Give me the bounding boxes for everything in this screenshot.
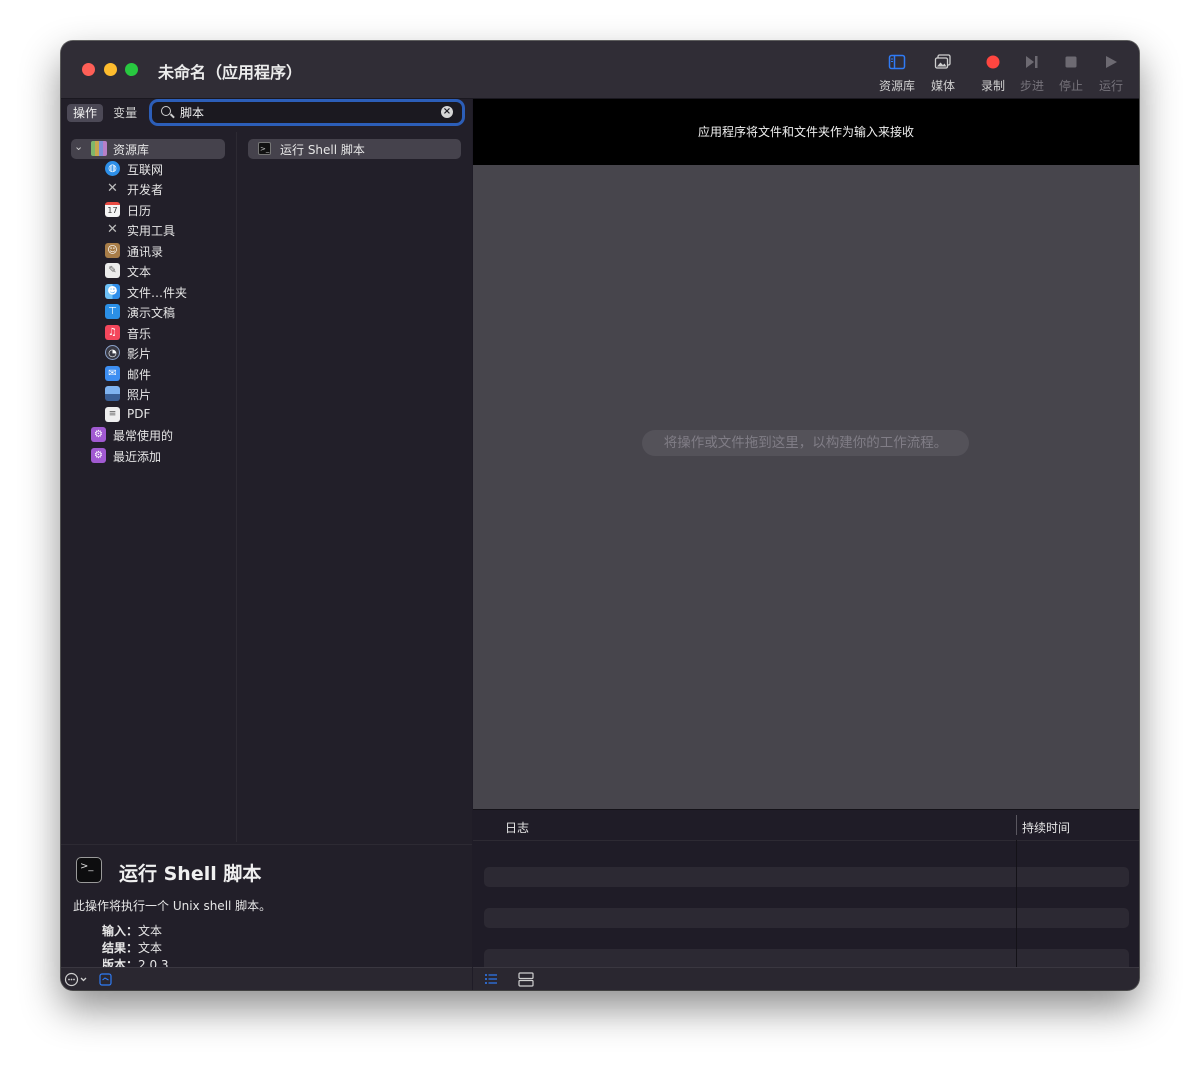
library-mode-segmented-control: 操作 变量 xyxy=(67,104,143,124)
library-item-label: 文件…件夹 xyxy=(127,286,188,300)
action-result-key: 结果： xyxy=(102,941,139,955)
log-column-divider xyxy=(1016,840,1017,968)
smart-group-label: 最常使用的 xyxy=(113,429,174,443)
close-button[interactable] xyxy=(82,63,95,76)
description-toggle-icon[interactable] xyxy=(99,973,112,986)
workflow-pane: 应用程序将文件和文件夹作为输入来接收 将操作或文件拖到这里，以构建你的工作流程。… xyxy=(473,99,1139,990)
log-row xyxy=(484,908,1129,928)
library-item-label: 文本 xyxy=(127,265,152,279)
search-icon xyxy=(161,106,171,116)
action-result-row: 结果：文本 xyxy=(102,939,162,956)
run-toolbar-label: 运行 xyxy=(1098,79,1123,93)
terminal-icon: >_ xyxy=(76,857,102,883)
tools-icon: ✕ xyxy=(107,222,118,237)
action-result-value: 文本 xyxy=(138,941,163,955)
library-item-label: 开发者 xyxy=(127,183,164,197)
calendar-icon: 17 xyxy=(105,202,120,217)
pdf-icon: ≡ xyxy=(105,407,120,422)
action-item-label: 运行 Shell 脚本 xyxy=(280,143,365,157)
log-panel: 日志 持续时间 xyxy=(473,809,1139,968)
title-bar: 未命名（应用程序） 资源库 媒体 录制 步进 停止 运行 xyxy=(61,41,1139,99)
minimize-button[interactable] xyxy=(104,63,117,76)
more-options-icon[interactable] xyxy=(64,972,90,987)
actions-list: >_ 运行 Shell 脚本 xyxy=(237,132,472,842)
action-description: >_ 运行 Shell 脚本 此操作将执行一个 Unix shell 脚本。 输… xyxy=(61,844,472,972)
window-title: 未命名（应用程序） xyxy=(158,63,303,82)
smart-folder-icon: ⚙ xyxy=(91,448,106,463)
smart-folder-icon: ⚙ xyxy=(91,427,106,442)
split-view-icon[interactable] xyxy=(518,972,534,987)
run-toolbar-button[interactable]: 运行 xyxy=(1088,53,1134,93)
play-icon xyxy=(1102,53,1120,71)
library-item-label: 实用工具 xyxy=(127,224,176,238)
action-input-row: 输入：文本 xyxy=(102,922,162,939)
search-input[interactable] xyxy=(180,103,430,121)
library-item-label: 互联网 xyxy=(127,163,164,177)
tab-variables[interactable]: 变量 xyxy=(107,104,143,122)
music-icon: ♫ xyxy=(105,325,120,340)
library-toolbar-button[interactable]: 资源库 xyxy=(874,53,920,93)
chevron-down-icon[interactable]: ⌄ xyxy=(74,140,83,153)
movie-icon: ◔ xyxy=(105,345,120,360)
workflow-input-text: 应用程序将文件和文件夹作为输入来接收 xyxy=(697,125,914,139)
terminal-icon: >_ xyxy=(258,142,271,155)
automator-window: 未命名（应用程序） 资源库 媒体 录制 步进 停止 运行 操作 变量 脚本 × … xyxy=(61,41,1139,990)
log-header: 日志 持续时间 xyxy=(473,810,1139,841)
action-input-key: 输入： xyxy=(102,924,139,938)
mail-icon: ✉ xyxy=(105,366,120,381)
library-tree: ⌄ 资源库 ◍ 互联网 ✕ 开发者 17 日历 ✕ 实用工具 ☺ 通讯录 ✎ 文… xyxy=(61,132,237,842)
library-item-label: PDF xyxy=(127,407,151,421)
tools-icon: ✕ xyxy=(107,181,118,196)
sidebar-icon xyxy=(888,53,906,71)
library-item-label: 通讯录 xyxy=(127,245,164,259)
photos-icon xyxy=(105,386,120,401)
duration-column-header[interactable]: 持续时间 xyxy=(1022,819,1070,836)
photo-icon xyxy=(934,53,952,71)
library-root-item[interactable]: ⌄ 资源库 xyxy=(71,139,225,159)
action-input-value: 文本 xyxy=(138,924,163,938)
library-pane: 操作 变量 × ⌄ 资源库 ◍ 互联网 ✕ 开发者 17 xyxy=(61,99,472,972)
log-row xyxy=(484,867,1129,887)
list-view-icon[interactable] xyxy=(484,972,498,986)
library-item-label: 音乐 xyxy=(127,327,152,341)
workflow-input-banner: 应用程序将文件和文件夹作为输入来接收 xyxy=(473,99,1139,165)
log-row xyxy=(484,949,1129,968)
library-root-label: 资源库 xyxy=(113,143,150,157)
contacts-icon: ☺ xyxy=(105,243,120,258)
globe-icon: ◍ xyxy=(105,161,120,176)
keynote-icon: ⊤ xyxy=(105,304,120,319)
library-item-label: 演示文稿 xyxy=(127,306,176,320)
workflow-bottom-bar xyxy=(473,967,1139,990)
action-description-title: 运行 Shell 脚本 xyxy=(119,863,262,885)
zoom-button[interactable] xyxy=(125,63,138,76)
log-column-header[interactable]: 日志 xyxy=(505,819,529,836)
library-item-label: 邮件 xyxy=(127,368,152,382)
finder-icon: ☻ xyxy=(105,284,120,299)
library-item-label: 影片 xyxy=(127,347,152,361)
library-item-label: 照片 xyxy=(127,388,152,402)
smart-group-label: 最近添加 xyxy=(113,450,162,464)
action-item-run-shell-script[interactable]: >_ 运行 Shell 脚本 xyxy=(248,139,461,159)
column-divider[interactable] xyxy=(1016,815,1017,835)
clear-search-icon[interactable]: × xyxy=(441,106,453,118)
library-toolbar-label: 资源库 xyxy=(878,79,915,93)
library-bottom-bar xyxy=(61,967,472,990)
media-toolbar-button[interactable]: 媒体 xyxy=(920,53,966,93)
text-icon: ✎ xyxy=(105,263,120,278)
tab-actions[interactable]: 操作 xyxy=(67,104,104,122)
workflow-drop-hint: 将操作或文件拖到这里，以构建你的工作流程。 xyxy=(642,430,969,456)
record-icon xyxy=(984,53,1002,71)
library-icon xyxy=(91,141,107,156)
media-toolbar-label: 媒体 xyxy=(930,79,955,93)
library-item-label: 日历 xyxy=(127,204,152,218)
stop-icon xyxy=(1062,53,1080,71)
step-forward-icon xyxy=(1023,53,1041,71)
search-field[interactable]: × xyxy=(152,102,462,123)
action-description-text: 此操作将执行一个 Unix shell 脚本。 xyxy=(73,899,272,913)
